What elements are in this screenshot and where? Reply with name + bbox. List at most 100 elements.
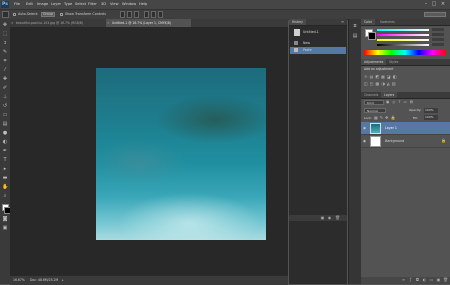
- menu-layer[interactable]: Layer: [51, 0, 61, 9]
- crop-tool-icon[interactable]: ⌗: [2, 59, 8, 64]
- brush-tool-icon[interactable]: ✐: [2, 86, 8, 91]
- move-tool-icon[interactable]: [2, 11, 9, 18]
- align-icon[interactable]: [120, 11, 125, 18]
- tab-layers[interactable]: Layers: [381, 92, 398, 98]
- type-tool-icon[interactable]: T: [2, 158, 8, 163]
- dodge-tool-icon[interactable]: ◐: [2, 140, 8, 145]
- tab-untitled-1[interactable]: × Untitled-1 @ 16.7% (Layer 1, CMYK/8): [106, 19, 191, 27]
- tab-styles[interactable]: Styles: [386, 59, 401, 65]
- layer-filter-kind[interactable]: Kind: [364, 100, 384, 105]
- layer-name[interactable]: Layer 1: [385, 126, 397, 130]
- history-item-label: Paste: [303, 48, 312, 52]
- visibility-eye-icon[interactable]: ◉: [363, 139, 367, 143]
- adjustment-icons-row-2[interactable]: ◫◰▩◑◭▥: [364, 81, 424, 86]
- close-icon[interactable]: ×: [440, 1, 446, 7]
- new-document-from-state-icon[interactable]: ▣: [320, 215, 325, 221]
- close-tab-icon[interactable]: ×: [107, 19, 110, 27]
- layer-row-layer-1[interactable]: ◉ Layer 1: [361, 122, 450, 135]
- maximize-icon[interactable]: □: [431, 1, 437, 7]
- color-spectrum-ramp[interactable]: [364, 50, 446, 55]
- yellow-slider[interactable]: [377, 39, 429, 41]
- tab-color[interactable]: Color: [361, 19, 376, 25]
- close-tab-icon[interactable]: ×: [11, 19, 14, 27]
- camera-icon[interactable]: ◉: [327, 215, 332, 221]
- menu-filter[interactable]: Filter: [88, 0, 97, 9]
- healing-brush-tool-icon[interactable]: ✚: [2, 77, 8, 82]
- shape-tool-icon[interactable]: ▬: [2, 176, 8, 181]
- screen-mode-icon[interactable]: ▣: [2, 226, 8, 231]
- adjustment-icons-row-1[interactable]: ☼▤◩▦◪◧: [364, 74, 424, 79]
- menu-type[interactable]: Type: [64, 0, 72, 9]
- tab-beautiful-pool[interactable]: × beautiful-pool-lui-103.jpg @ 16.7% (RG…: [10, 19, 105, 27]
- yellow-value-field[interactable]: [432, 38, 444, 41]
- opacity-field[interactable]: 100%: [424, 108, 438, 113]
- distribute-icon[interactable]: [151, 11, 156, 18]
- history-brush-tool-icon[interactable]: ↺: [2, 104, 8, 109]
- cyan-slider[interactable]: [377, 29, 429, 31]
- eraser-tool-icon[interactable]: ▭: [2, 113, 8, 118]
- black-value-field[interactable]: [432, 43, 444, 46]
- layer-name[interactable]: Background: [385, 139, 404, 143]
- document-canvas-ocean-image[interactable]: [96, 68, 266, 240]
- new-group-icon[interactable]: ▭: [429, 277, 434, 283]
- minimize-icon[interactable]: –: [423, 1, 429, 7]
- lasso-tool-icon[interactable]: ↄ: [2, 41, 8, 46]
- history-snapshot[interactable]: Untitled-1: [290, 27, 346, 38]
- add-mask-icon[interactable]: ◘: [415, 277, 420, 283]
- layer-style-icon[interactable]: ƒ: [408, 277, 413, 283]
- hand-tool-icon[interactable]: ✋: [2, 185, 8, 190]
- menu-edit[interactable]: Edit: [26, 0, 33, 9]
- panel-menu-icon[interactable]: ≡: [340, 19, 345, 25]
- history-item[interactable]: Paste: [290, 47, 346, 54]
- fill-field[interactable]: 100%: [424, 115, 438, 120]
- history-item[interactable]: New: [290, 40, 346, 47]
- black-slider[interactable]: [377, 44, 429, 46]
- menu-3d[interactable]: 3D: [101, 0, 106, 9]
- align-icon[interactable]: [127, 11, 132, 18]
- properties-panel-icon[interactable]: ▤: [352, 34, 358, 39]
- align-icon[interactable]: [134, 11, 139, 18]
- blend-mode-dropdown[interactable]: Normal: [364, 108, 386, 113]
- layer-filter-icons[interactable]: ▣◎T▭▤: [386, 100, 426, 105]
- magenta-value-field[interactable]: [432, 33, 444, 36]
- workspace-dropdown[interactable]: [424, 12, 446, 17]
- menu-select[interactable]: Select: [75, 0, 86, 9]
- color-panel-header: Color Swatches: [361, 19, 450, 26]
- tab-adjustments[interactable]: Adjustments: [361, 59, 387, 65]
- tab-channels[interactable]: Channels: [361, 92, 381, 98]
- history-panel-icon[interactable]: ⧖: [352, 24, 358, 29]
- path-selection-tool-icon[interactable]: ▸: [2, 167, 8, 172]
- tab-swatches[interactable]: Swatches: [377, 19, 398, 25]
- distribute-icon[interactable]: [158, 11, 163, 18]
- menu-view[interactable]: View: [110, 0, 119, 9]
- layer-row-background[interactable]: ◉ Background 🔒: [361, 135, 450, 148]
- trash-icon[interactable]: 🗑: [443, 277, 448, 283]
- distribute-icon[interactable]: [144, 11, 149, 18]
- clone-stamp-tool-icon[interactable]: ⊥: [2, 95, 8, 100]
- marquee-tool-icon[interactable]: ⬚: [2, 32, 8, 37]
- lock-icons[interactable]: ▦✎✥🔒: [374, 115, 397, 120]
- menu-help[interactable]: Help: [139, 0, 147, 9]
- menu-window[interactable]: Window: [122, 0, 136, 9]
- quick-select-tool-icon[interactable]: ✎: [2, 50, 8, 55]
- quick-mask-icon[interactable]: ◙: [2, 217, 8, 222]
- auto-select-checkbox[interactable]: [13, 13, 16, 16]
- blur-tool-icon[interactable]: ●: [2, 131, 8, 136]
- adjustment-layer-icon[interactable]: ◐: [422, 277, 427, 283]
- eyedropper-tool-icon[interactable]: ⁄: [2, 68, 8, 73]
- menu-image[interactable]: Image: [37, 0, 48, 9]
- new-layer-icon[interactable]: ▣: [436, 277, 441, 283]
- zoom-tool-icon[interactable]: ⌕: [2, 194, 8, 199]
- pen-tool-icon[interactable]: ✒: [2, 149, 8, 154]
- cyan-value-field[interactable]: [432, 28, 444, 31]
- gradient-tool-icon[interactable]: ▤: [2, 122, 8, 127]
- tab-history[interactable]: History: [289, 19, 307, 25]
- magenta-slider[interactable]: [377, 34, 429, 36]
- trash-icon[interactable]: 🗑: [335, 215, 340, 221]
- background-color-swatch[interactable]: [368, 32, 376, 40]
- menu-file[interactable]: File: [14, 0, 20, 9]
- move-tool-icon[interactable]: ✥: [2, 23, 8, 28]
- show-transform-checkbox[interactable]: [60, 13, 63, 16]
- visibility-eye-icon[interactable]: ◉: [363, 126, 367, 130]
- link-layers-icon[interactable]: ∞: [401, 277, 406, 283]
